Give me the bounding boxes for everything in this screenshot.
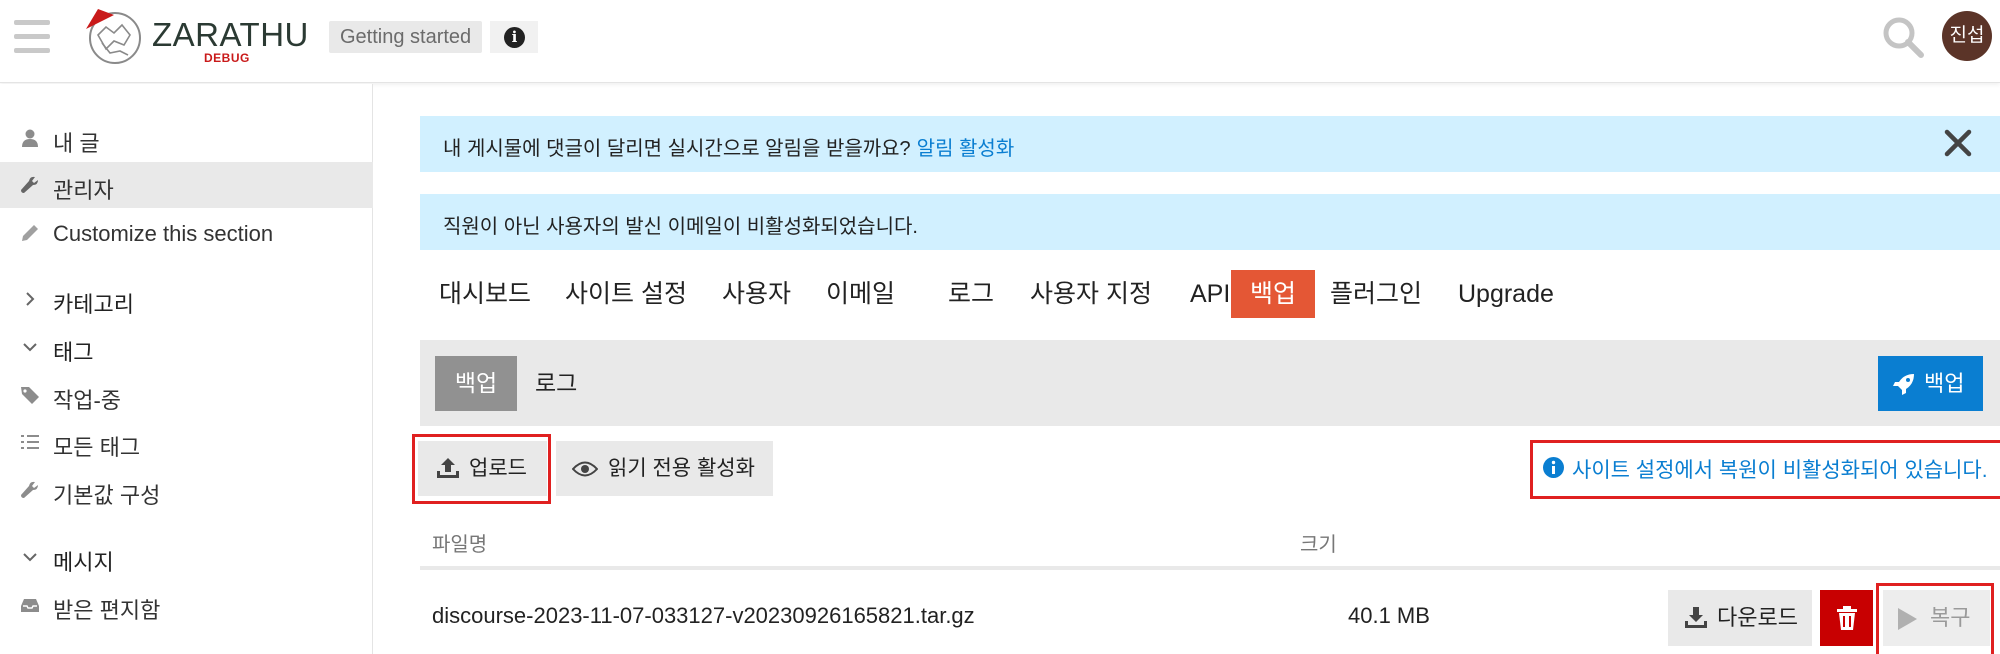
- chevron-right-icon: [26, 292, 35, 306]
- tab-backups[interactable]: 백업: [1231, 270, 1316, 318]
- sidebar-item-my-posts[interactable]: 내 글: [0, 115, 373, 161]
- notification-banner: 내 게시물에 댓글이 달리면 실시간으로 알림을 받을까요? 알림 활성화: [420, 116, 2000, 172]
- sidebar-item-label: 모든 태그: [53, 435, 141, 460]
- sidebar-item-label: 작업-중: [53, 388, 122, 413]
- subtab-backups[interactable]: 백업: [435, 356, 517, 411]
- upload-button[interactable]: 업로드: [418, 441, 547, 496]
- user-avatar[interactable]: 진섭: [1942, 11, 1992, 61]
- sidebar-section-tags[interactable]: 태그: [0, 324, 373, 370]
- sidebar-item-customize[interactable]: Customize this section: [0, 210, 373, 256]
- chevron-down-icon: [23, 343, 37, 352]
- download-icon: [1685, 607, 1707, 628]
- create-backup-label: 백업: [1924, 371, 1965, 396]
- chevron-down-icon: [23, 553, 37, 562]
- hamburger-menu-icon[interactable]: [14, 20, 50, 54]
- table-header-divider: [420, 566, 2000, 570]
- email-disabled-text: 직원이 아닌 사용자의 발신 이메일이 비활성화되었습니다.: [443, 216, 918, 238]
- zarathu-logo-icon[interactable]: [84, 5, 146, 67]
- sidebar-item-inbox[interactable]: 받은 편지함: [0, 582, 373, 628]
- sidebar-item-configure-defaults[interactable]: 기본값 구성: [0, 467, 373, 513]
- play-icon: [1898, 608, 1917, 630]
- search-icon[interactable]: [1880, 14, 1926, 60]
- enable-notifications-link[interactable]: 알림 활성화: [917, 138, 1015, 160]
- tab-site-settings[interactable]: 사이트 설정: [546, 270, 706, 318]
- wrench-icon: [21, 481, 38, 498]
- notification-prompt-text: 내 게시물에 댓글이 달리면 실시간으로 알림을 받을까요?: [443, 138, 911, 160]
- sidebar-item-admin[interactable]: 관리자: [0, 162, 373, 208]
- download-label: 다운로드: [1717, 605, 1798, 630]
- tab-logs[interactable]: 로그: [929, 270, 1013, 318]
- column-header-size: 크기: [1300, 534, 1337, 556]
- info-circle-icon: [1543, 457, 1564, 478]
- restore-label: 복구: [1930, 605, 1971, 630]
- debug-label: DEBUG: [204, 51, 250, 65]
- sidebar-item-label: 내 글: [53, 131, 100, 156]
- tab-users[interactable]: 사용자: [703, 270, 810, 318]
- column-header-filename: 파일명: [432, 534, 488, 556]
- backup-filename: discourse-2023-11-07-033127-v20230926165…: [432, 603, 975, 628]
- close-icon[interactable]: [1943, 128, 1973, 158]
- upload-label: 업로드: [469, 457, 527, 480]
- logo-text: ZARATHU: [152, 16, 309, 53]
- section-label: 태그: [53, 340, 94, 365]
- pencil-icon: [22, 225, 38, 241]
- trash-icon: [1837, 606, 1857, 630]
- info-icon: i: [504, 27, 525, 48]
- list-icon: [21, 435, 39, 449]
- restore-button[interactable]: 복구: [1883, 590, 1990, 646]
- upload-icon: [437, 458, 459, 478]
- sidebar-item-label: Customize this section: [53, 221, 274, 246]
- tag-icon: [21, 387, 39, 404]
- sidebar-item-label: 관리자: [53, 178, 114, 203]
- section-label: 카테고리: [53, 292, 134, 317]
- sidebar-section-messages[interactable]: 메시지: [0, 534, 373, 580]
- tab-plugins[interactable]: 플러그인: [1311, 270, 1441, 318]
- backup-size: 40.1 MB: [1348, 603, 1430, 628]
- enable-readonly-label: 읽기 전용 활성화: [608, 457, 755, 480]
- delete-backup-button[interactable]: [1820, 590, 1873, 646]
- sidebar-item-label: 기본값 구성: [53, 483, 161, 508]
- site-header: ZARATHU DEBUG Getting started i 진섭: [0, 0, 2000, 83]
- getting-started-info-button[interactable]: i: [490, 21, 538, 53]
- notification-banner-text: 내 게시물에 댓글이 달리면 실시간으로 알림을 받을까요? 알림 활성화: [443, 132, 1014, 161]
- restore-disabled-text: 사이트 설정에서 복원이 비활성화되어 있습니다.: [1572, 459, 1988, 482]
- sidebar-item-all-tags[interactable]: 모든 태그: [0, 419, 373, 465]
- sidebar-section-categories[interactable]: 카테고리: [0, 276, 373, 322]
- sidebar-item-tag-wip[interactable]: 작업-중: [0, 372, 373, 418]
- backup-subnav: 백업 로그: [420, 340, 2000, 426]
- eye-icon: [572, 461, 598, 477]
- getting-started-link[interactable]: Getting started: [329, 21, 483, 53]
- create-backup-button[interactable]: 백업: [1878, 356, 1983, 411]
- inbox-icon: [21, 599, 39, 612]
- enable-readonly-button[interactable]: 읽기 전용 활성화: [556, 441, 773, 496]
- section-label: 메시지: [53, 550, 114, 575]
- wrench-icon: [21, 176, 38, 193]
- tab-email[interactable]: 이메일: [807, 270, 914, 318]
- download-button[interactable]: 다운로드: [1668, 590, 1812, 646]
- subtab-logs[interactable]: 로그: [535, 356, 577, 411]
- rocket-icon: [1893, 374, 1914, 395]
- tab-upgrade[interactable]: Upgrade: [1439, 270, 1573, 318]
- user-icon: [22, 129, 38, 147]
- sidebar: 내 글 관리자 Customize this section 카테고리 태그 작…: [0, 84, 373, 654]
- email-disabled-banner: 직원이 아닌 사용자의 발신 이메일이 비활성화되었습니다.: [420, 194, 2000, 250]
- sidebar-item-label: 받은 편지함: [53, 598, 161, 623]
- tab-customize[interactable]: 사용자 지정: [1011, 270, 1171, 318]
- tab-dashboard[interactable]: 대시보드: [420, 270, 550, 318]
